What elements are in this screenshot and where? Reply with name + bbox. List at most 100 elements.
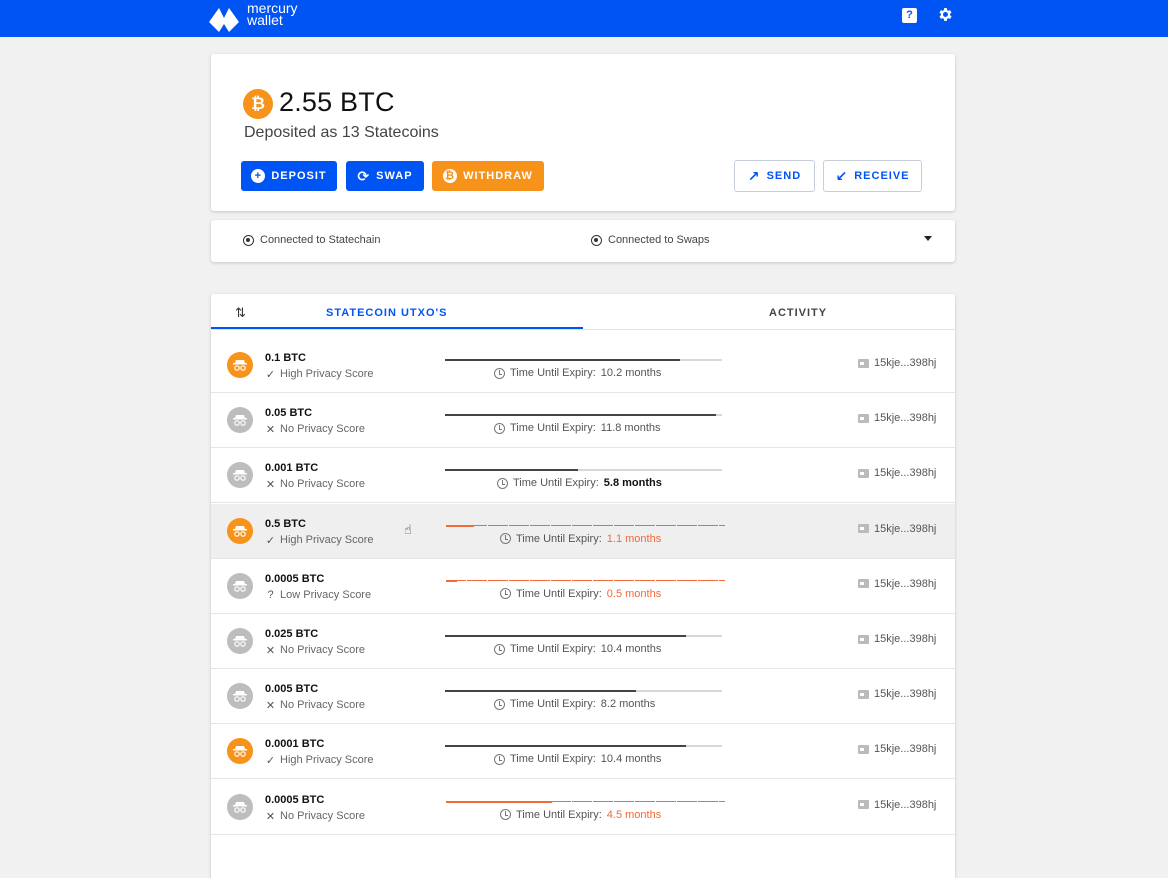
swaps-status-label: Connected to Swaps [608,234,710,246]
expiry-progress-bar [445,745,722,748]
privacy-score-label: No Privacy Score [280,423,365,436]
expiry-progress-bar [445,469,722,472]
statecoin-row[interactable]: 0.0001 BTC ✓ High Privacy Score Time Unt… [211,724,955,780]
privacy-mark-icon: ✕ [265,700,276,713]
coin-address[interactable]: 15kje...398hj [858,743,936,755]
swap-button[interactable]: ⟳ SWAP [346,161,424,191]
expand-caret-icon[interactable] [924,236,932,241]
deposit-button[interactable]: + DEPOSIT [241,161,337,191]
plus-icon: + [251,169,266,183]
address-card-icon [858,800,869,810]
balance-amount: 2.55 BTC [279,87,395,117]
statecoin-row[interactable]: 0.025 BTC ✕ No Privacy Score Time Until … [211,614,955,669]
coin-address[interactable]: 15kje...398hj [858,688,936,700]
privacy-score: ✓ High Privacy Score [265,754,374,767]
expiry-label: Time Until Expiry: [510,698,596,711]
expiry-label: Time Until Expiry: [510,422,596,435]
privacy-score-label: No Privacy Score [280,644,365,656]
gear-icon[interactable] [937,6,954,23]
bitcoin-small-icon: ₿ [443,169,458,183]
expiry-value: 10.4 months [600,643,662,655]
receive-button[interactable]: ↙ RECEIVE [823,160,922,192]
mercury-logo[interactable]: mercury wallet [207,0,298,37]
coin-address[interactable]: 15kje...398hj [858,357,936,369]
incognito-coin-icon [227,517,253,544]
statecoin-row[interactable]: 0.5 BTC ✓ High Privacy Score Time Until … [211,503,955,559]
address-card-icon [858,413,869,423]
coin-address[interactable]: 15kje...398hj [858,799,936,811]
clock-icon [500,533,511,545]
expiry-value: 10.2 months [600,367,662,379]
expiry-info: Time Until Expiry: 1.1 months [500,533,661,545]
expiry-label: Time Until Expiry: [516,587,602,600]
coin-address[interactable]: 15kje...398hj [858,467,936,479]
statecoin-row[interactable]: 0.05 BTC ✕ No Privacy Score Time Until E… [211,393,955,449]
expiry-value: 10.4 months [600,753,662,766]
statecoin-row[interactable]: 0.005 BTC ✕ No Privacy Score Time Until … [211,669,955,725]
coin-amount: 0.001 BTC [265,462,319,475]
privacy-mark-icon: ✓ [265,534,276,547]
connection-status-bar: Connected to Statechain Connected to Swa… [211,220,955,262]
clock-icon [494,643,505,655]
expiry-progress-bar [445,359,722,362]
coin-amount: 0.1 BTC [265,352,306,364]
coin-amount: 0.05 BTC [265,407,313,420]
statecoin-row[interactable]: 0.0005 BTC ? Low Privacy Score Time Unti… [211,559,955,614]
address-label: 15kje...398hj [874,633,937,645]
address-card-icon [858,524,869,534]
address-label: 15kje...398hj [874,577,937,590]
top-bar: mercury wallet ? [0,0,1168,37]
help-icon[interactable]: ? [902,8,917,23]
coin-address[interactable]: 15kje...398hj [858,412,936,424]
privacy-mark-icon: ✕ [265,810,276,823]
expiry-value: 0.5 months [606,587,662,600]
status-dot-icon [591,234,602,246]
sort-icon[interactable]: ⇅ [235,305,246,321]
arrow-down-left-icon: ↙ [835,167,849,184]
address-card-icon [858,634,869,644]
privacy-score: ✕ No Privacy Score [265,644,365,657]
expiry-label: Time Until Expiry: [510,367,596,379]
expiry-info: Time Until Expiry: 8.2 months [494,698,655,710]
privacy-score: ✕ No Privacy Score [265,478,365,491]
expiry-progress-bar [445,690,722,693]
withdraw-button[interactable]: ₿ WITHDRAW [432,161,544,191]
hand-cursor-icon: ☝ [404,521,412,537]
list-tabs: ⇅ STATECOIN UTXO'S ACTIVITY [211,294,955,330]
expiry-progress-bar [445,414,722,417]
expiry-info: Time Until Expiry: 10.2 months [494,367,661,379]
address-label: 15kje...398hj [874,522,937,535]
statecoin-row[interactable]: 0.001 BTC ✕ No Privacy Score Time Until … [211,448,955,504]
expiry-info: Time Until Expiry: 4.5 months [500,809,661,821]
tab-activity[interactable]: ACTIVITY [769,307,827,319]
address-label: 15kje...398hj [874,467,937,480]
privacy-mark-icon: ✕ [265,424,276,437]
bitcoin-icon: ₿ [243,89,273,119]
send-button[interactable]: ↗ SEND [734,160,815,192]
privacy-score: ✓ High Privacy Score [265,534,374,547]
privacy-score: ✕ No Privacy Score [265,699,365,712]
coin-address[interactable]: 15kje...398hj [858,523,936,535]
privacy-mark-icon: ✕ [265,479,276,492]
address-label: 15kje...398hj [874,412,937,425]
address-card-icon [858,579,869,589]
statecoin-row[interactable]: 0.0005 BTC ✕ No Privacy Score Time Until… [211,780,955,835]
clock-icon [497,477,508,489]
privacy-score: ? Low Privacy Score [265,589,371,601]
privacy-score-label: Low Privacy Score [280,588,372,601]
address-card-icon [858,689,869,699]
privacy-score: ✕ No Privacy Score [265,423,365,436]
coin-address[interactable]: 15kje...398hj [858,633,936,645]
expiry-progress-bar [446,524,725,528]
address-label: 15kje...398hj [874,357,937,369]
coin-address[interactable]: 15kje...398hj [858,578,936,590]
address-label: 15kje...398hj [874,688,937,701]
expiry-value: 4.5 months [606,808,662,821]
expiry-label: Time Until Expiry: [510,753,596,766]
incognito-coin-icon [227,462,253,489]
statecoin-row[interactable]: 0.1 BTC ✓ High Privacy Score Time Until … [211,338,955,393]
privacy-mark-icon: ? [267,588,274,601]
privacy-score-label: No Privacy Score [280,809,365,822]
coin-amount: 0.0005 BTC [265,572,325,585]
tab-statecoin-utxos[interactable]: STATECOIN UTXO'S [326,307,448,319]
